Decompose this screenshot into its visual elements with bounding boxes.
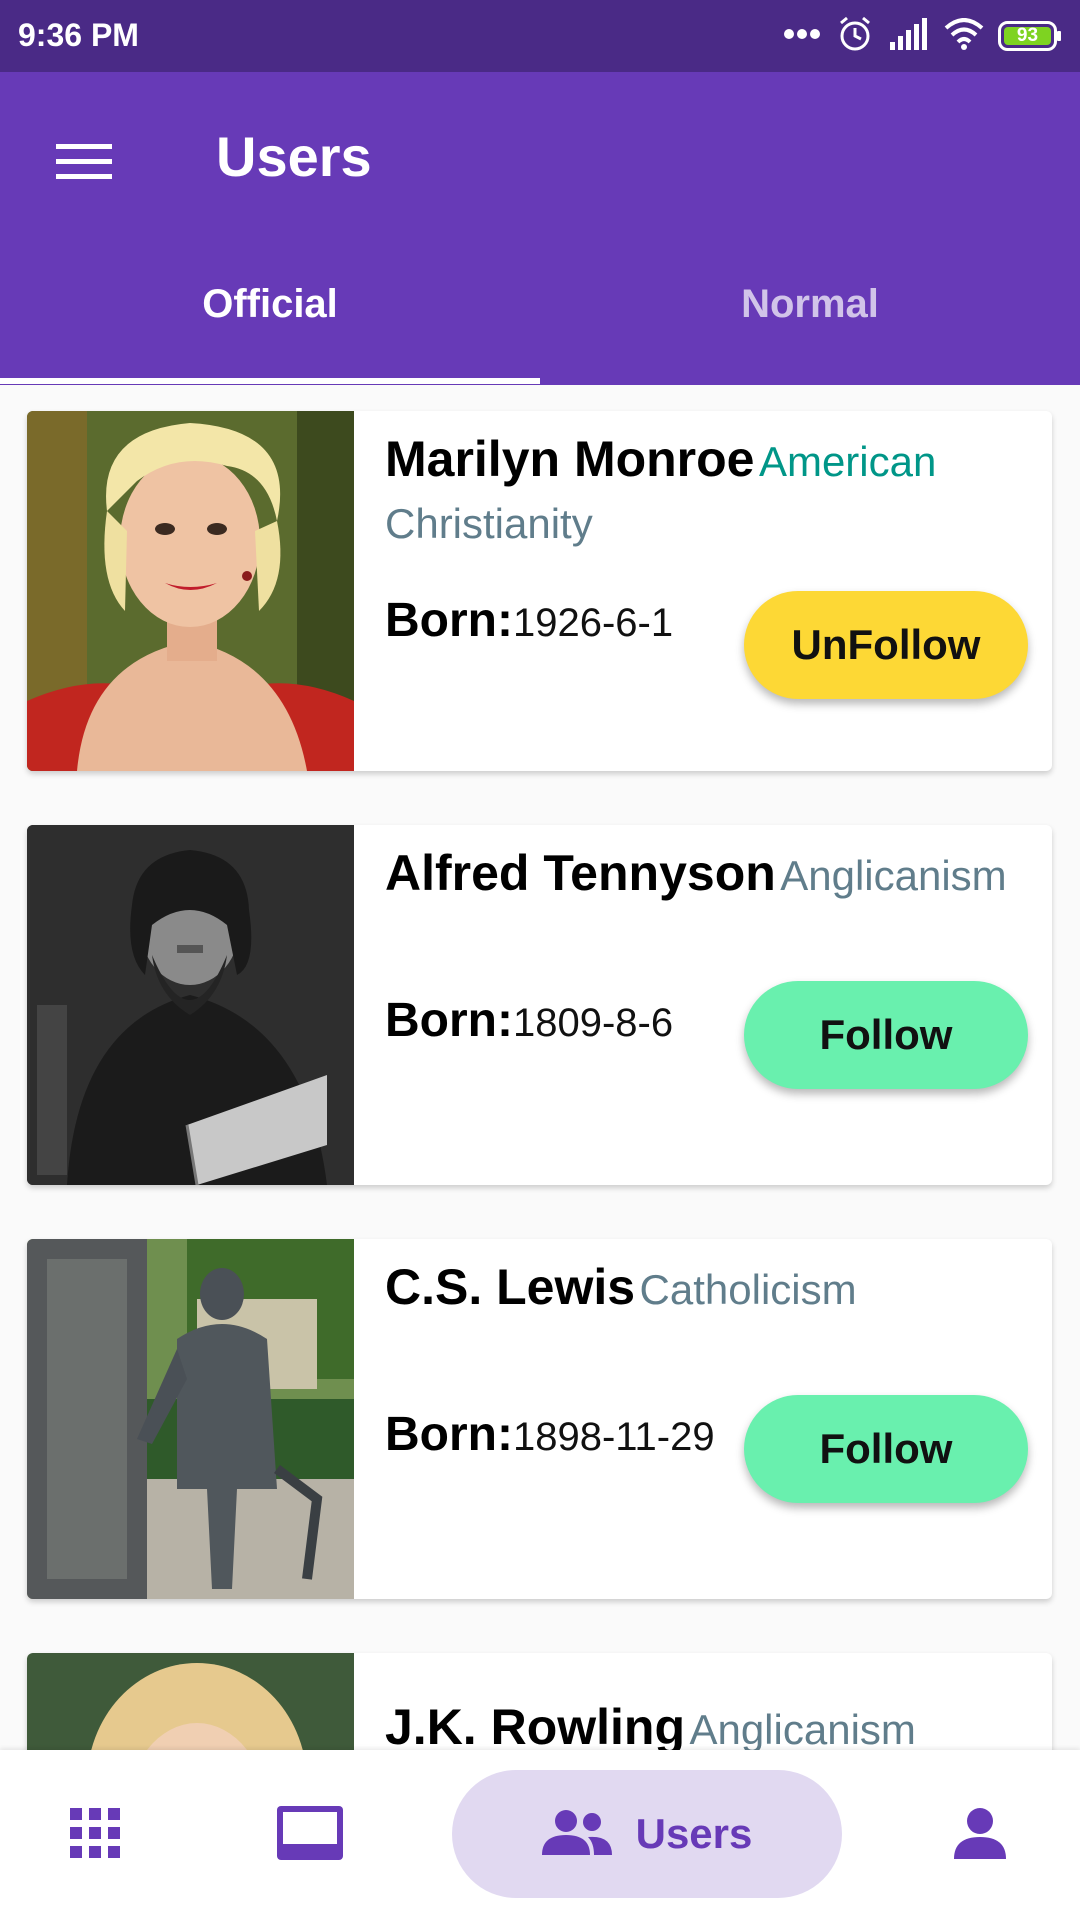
battery-level: 93	[1016, 25, 1039, 46]
user-photo	[27, 1653, 354, 1750]
people-icon	[541, 1809, 612, 1860]
tab-official[interactable]: Official	[0, 282, 540, 327]
born-label: Born:	[385, 1408, 513, 1461]
person-name: C.S. Lewis	[385, 1259, 636, 1315]
alarm-icon	[836, 15, 874, 58]
name-line: Marilyn Monroe American Christianity	[385, 433, 1025, 560]
more-dots-icon	[782, 27, 822, 46]
wifi-icon	[944, 17, 984, 55]
nav-item-apps[interactable]	[50, 1750, 140, 1920]
user-card[interactable]: Marilyn Monroe American Christianity Bor…	[27, 411, 1052, 771]
person-name: Marilyn Monroe	[385, 431, 755, 487]
religion: Anglicanism	[780, 852, 1007, 899]
nav-item-profile[interactable]	[935, 1750, 1025, 1920]
tab-normal[interactable]: Normal	[540, 282, 1080, 327]
tab-indicator	[0, 378, 540, 384]
status-time: 9:36 PM	[18, 17, 139, 53]
user-card[interactable]: C.S. Lewis Catholicism Born:1898-11-29 F…	[27, 1239, 1052, 1599]
page-title: Users	[216, 125, 372, 188]
follow-button[interactable]: Follow	[744, 981, 1028, 1089]
user-photo	[27, 825, 354, 1185]
unfollow-button[interactable]: UnFollow	[744, 591, 1028, 699]
religion: Anglicanism	[689, 1706, 916, 1750]
user-list[interactable]: Marilyn Monroe American Christianity Bor…	[0, 385, 1080, 1750]
tv-icon	[277, 1805, 343, 1865]
hamburger-menu-icon[interactable]	[52, 134, 116, 190]
follow-button[interactable]: Follow	[744, 1395, 1028, 1503]
nav-item-tv[interactable]	[260, 1750, 360, 1920]
religion: Catholicism	[639, 1266, 857, 1313]
person-icon	[954, 1807, 1006, 1864]
person-name: J.K. Rowling	[385, 1699, 685, 1750]
status-icons: 93	[782, 14, 1062, 58]
user-card[interactable]: Alfred Tennyson Anglicanism Born:1809-8-…	[27, 825, 1052, 1185]
bottom-navigation: Users	[0, 1750, 1080, 1920]
user-photo	[27, 1239, 354, 1599]
person-name: Alfred Tennyson	[385, 845, 776, 901]
app-bar: Users Official Normal	[0, 72, 1080, 385]
born-date: 1809-8-6	[512, 1001, 674, 1045]
battery-icon: 93	[998, 21, 1062, 51]
card-body: J.K. Rowling Anglicanism	[385, 1653, 1032, 1750]
religion: Christianity	[385, 500, 593, 547]
born-info: Born:1898-11-29	[385, 1407, 715, 1462]
name-line: J.K. Rowling Anglicanism	[385, 1701, 1025, 1750]
born-label: Born:	[385, 994, 513, 1047]
name-line: C.S. Lewis Catholicism	[385, 1261, 1025, 1326]
nav-item-users[interactable]: Users	[452, 1770, 842, 1898]
apps-grid-icon	[70, 1807, 120, 1863]
signal-icon	[888, 17, 930, 55]
nav-item-users-label: Users	[635, 1810, 753, 1857]
born-info: Born:1809-8-6	[385, 993, 673, 1048]
status-bar: 9:36 PM 93	[0, 0, 1080, 72]
nationality: American	[758, 438, 937, 485]
born-date: 1898-11-29	[512, 1415, 715, 1459]
name-line: Alfred Tennyson Anglicanism	[385, 847, 1025, 912]
user-photo	[27, 411, 354, 771]
user-card[interactable]: J.K. Rowling Anglicanism	[27, 1653, 1052, 1750]
born-info: Born:1926-6-1	[385, 593, 673, 648]
born-date: 1926-6-1	[512, 601, 674, 645]
born-label: Born:	[385, 594, 513, 647]
